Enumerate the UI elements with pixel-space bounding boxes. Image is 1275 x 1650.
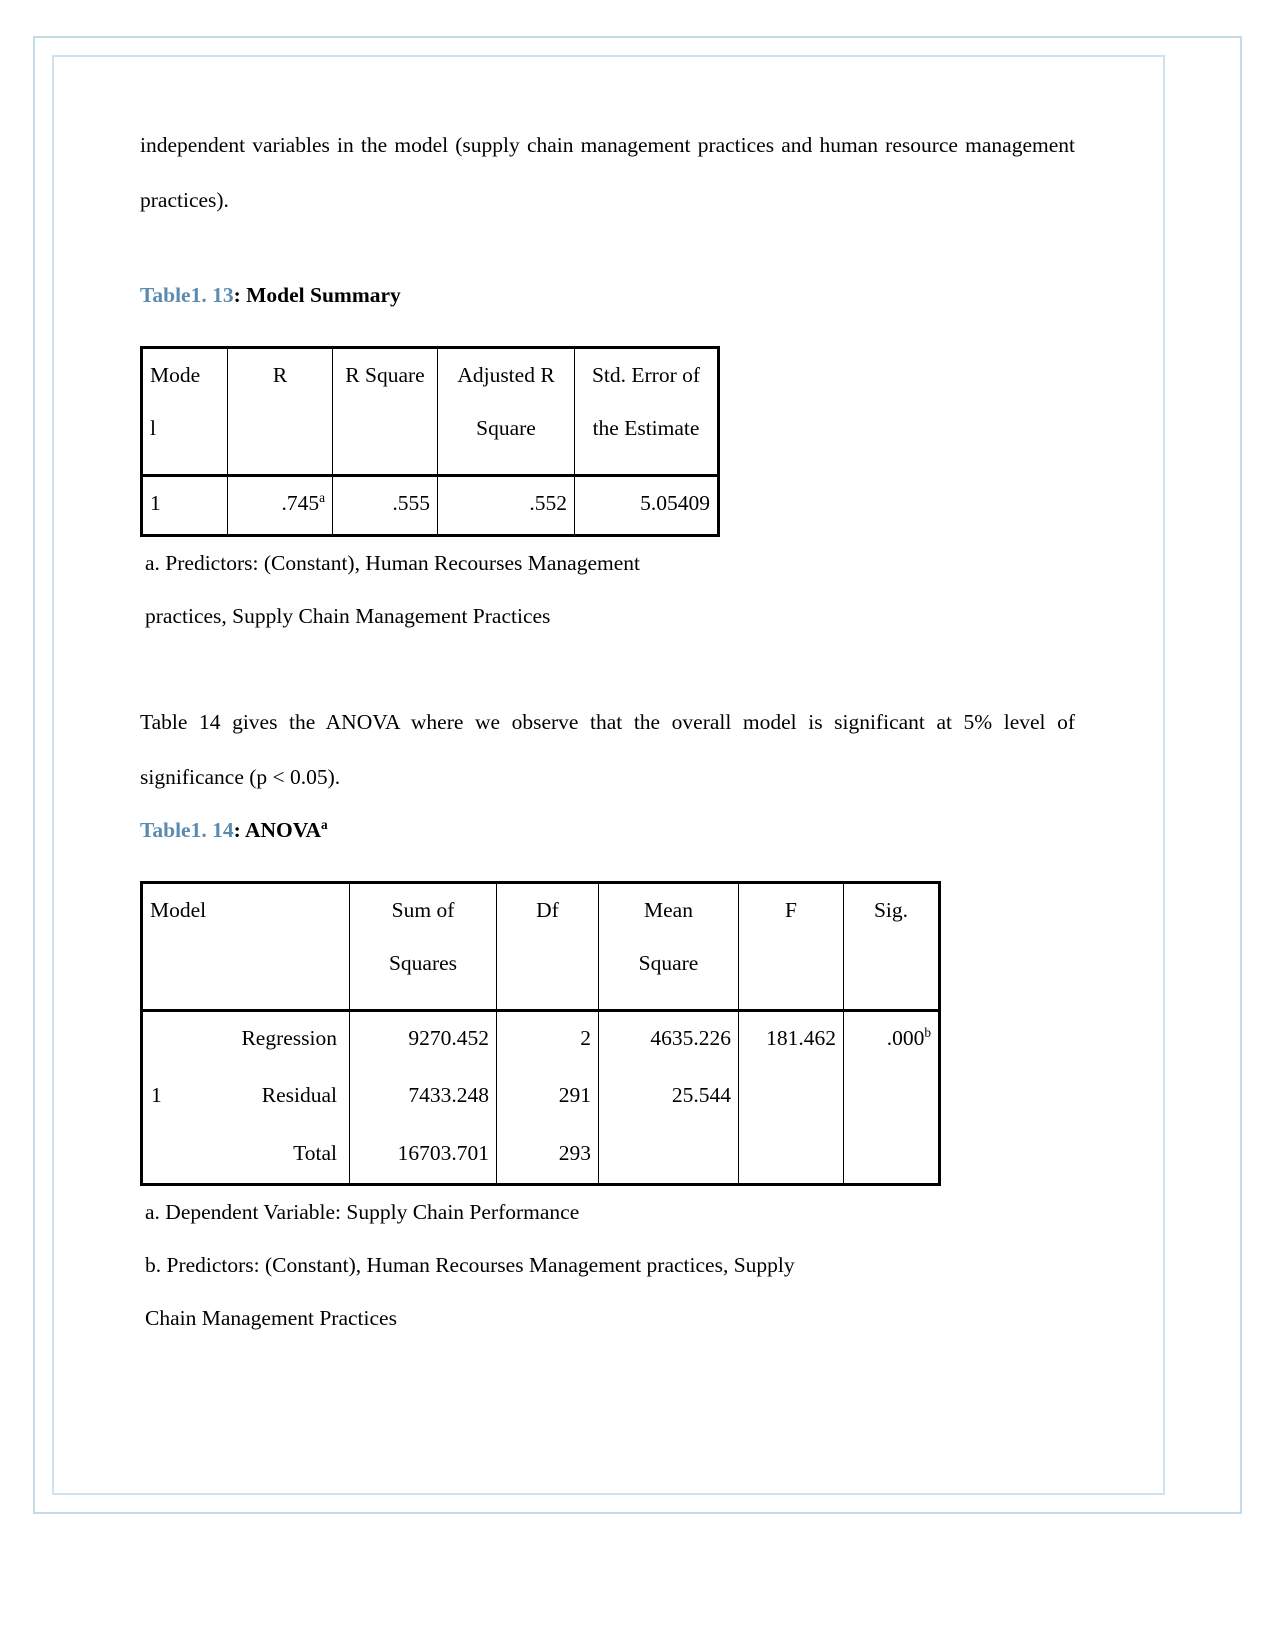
cell-df-total: 293 (496, 1126, 599, 1185)
cell-source-residual: 1 Residual (141, 1068, 350, 1127)
header-r-square-label: R Square (345, 363, 425, 387)
caption-table-13: Table1. 13: Model Summary (140, 280, 1075, 310)
cell-r-square-value: .555 (332, 475, 438, 536)
cell-sig-regression: .000b (843, 1010, 940, 1069)
header-f-label: F (785, 898, 797, 922)
caption-table-14-number: Table1. 14 (140, 818, 234, 842)
header-cell-model: Mode l (141, 347, 228, 477)
header-cell-adjusted-r-square: Adjusted R Square (437, 347, 575, 477)
cell-sum-of-squares-residual: 7433.248 (349, 1068, 497, 1127)
cell-mean-square-total (598, 1126, 739, 1185)
header-cell-model: Model (141, 882, 350, 1012)
table-row: Total 16703.701 293 (141, 1126, 940, 1185)
cell-model-number: 1 (141, 475, 228, 536)
header-cell-r-square: R Square (332, 347, 438, 477)
cell-df-regression: 2 (496, 1010, 599, 1069)
cell-sig-total (843, 1126, 940, 1185)
cell-df-residual: 291 (496, 1068, 599, 1127)
header-mean-line2: Square (638, 951, 699, 975)
table-header-row: Mode l R R Square Adjusted R Square Std.… (141, 347, 719, 477)
header-model-line2: l (150, 416, 156, 440)
cell-sum-of-squares-total: 16703.701 (349, 1126, 497, 1185)
cell-sig-residual (843, 1068, 940, 1127)
header-cell-std-error: Std. Error of the Estimate (574, 347, 719, 477)
cell-sum-of-squares-regression: 9270.452 (349, 1010, 497, 1069)
footnote-anova-b: b. Predictors: (Constant), Human Recours… (145, 1253, 795, 1277)
caption-table-13-number: Table1. 13 (140, 283, 234, 307)
cell-r-superscript: a (319, 489, 325, 505)
table-row: Regression 9270.452 2 4635.226 181.462 .… (141, 1010, 940, 1069)
header-cell-df: Df (496, 882, 599, 1012)
header-cell-sig: Sig. (843, 882, 940, 1012)
cell-r-number: .745 (281, 491, 320, 515)
header-df-label: Df (536, 898, 559, 922)
footnote-model-summary-a: a. Predictors: (Constant), Human Recours… (145, 551, 640, 575)
cell-source-regression: Regression (141, 1010, 350, 1069)
cell-f-residual (738, 1068, 844, 1127)
page-content: independent variables in the model (supp… (140, 118, 1075, 1345)
caption-table-14-title: : ANOVA (233, 818, 322, 842)
cell-std-error-value: 5.05409 (574, 475, 719, 536)
header-sig-label: Sig. (873, 898, 909, 922)
footnote-anova-a: a. Dependent Variable: Supply Chain Perf… (145, 1200, 580, 1224)
cell-mean-square-residual: 25.544 (598, 1068, 739, 1127)
cell-sig-number: .000 (886, 1026, 925, 1050)
table-row: 1 .745a .555 .552 5.05409 (141, 475, 719, 536)
cell-r-value: .745a (227, 475, 333, 536)
header-cell-r: R (227, 347, 333, 477)
footnote-anova-b-cont: Chain Management Practices (145, 1306, 397, 1330)
header-cell-sum-of-squares: Sum of Squares (349, 882, 497, 1012)
table-header-row: Model Sum of Squares Df Mean Square F Si (141, 882, 940, 1012)
caption-table-14-superscript: a (321, 816, 328, 832)
anova-table: Model Sum of Squares Df Mean Square F Si (140, 881, 941, 1186)
header-r-label: R (272, 363, 288, 387)
cell-f-regression: 181.462 (738, 1010, 844, 1069)
header-stderr-line2: the Estimate (592, 416, 700, 440)
cell-mean-square-regression: 4635.226 (598, 1010, 739, 1069)
caption-table-14: Table1. 14: ANOVAa (140, 815, 1075, 845)
table-row: 1 Residual 7433.248 291 25.544 (141, 1068, 940, 1127)
cell-model-number: 1 (151, 1082, 162, 1107)
cell-sig-superscript: b (924, 1024, 931, 1040)
header-sum-line2: Squares (388, 951, 458, 975)
paragraph-intro: independent variables in the model (supp… (140, 133, 1075, 212)
header-mean-line1: Mean (644, 898, 693, 922)
paragraph-anova: Table 14 gives the ANOVA where we observ… (140, 710, 1075, 789)
caption-table-13-title: : Model Summary (233, 283, 401, 307)
header-cell-f: F (738, 882, 844, 1012)
cell-source-residual-label: Residual (261, 1082, 337, 1107)
cell-adjusted-r-square-value: .552 (437, 475, 575, 536)
header-adjr-line1: Adjusted R (457, 363, 555, 387)
header-cell-mean-square: Mean Square (598, 882, 739, 1012)
header-adjr-line2: Square (476, 416, 536, 440)
footnote-model-summary-a-cont: practices, Supply Chain Management Pract… (145, 604, 551, 628)
header-model-line1: Mode (150, 363, 201, 387)
cell-f-total (738, 1126, 844, 1185)
header-stderr-line1: Std. Error of (591, 363, 701, 387)
model-summary-table: Mode l R R Square Adjusted R Square Std.… (140, 346, 720, 537)
header-sum-line1: Sum of (391, 898, 455, 922)
header-model-label: Model (150, 898, 207, 922)
cell-source-total: Total (141, 1126, 350, 1185)
